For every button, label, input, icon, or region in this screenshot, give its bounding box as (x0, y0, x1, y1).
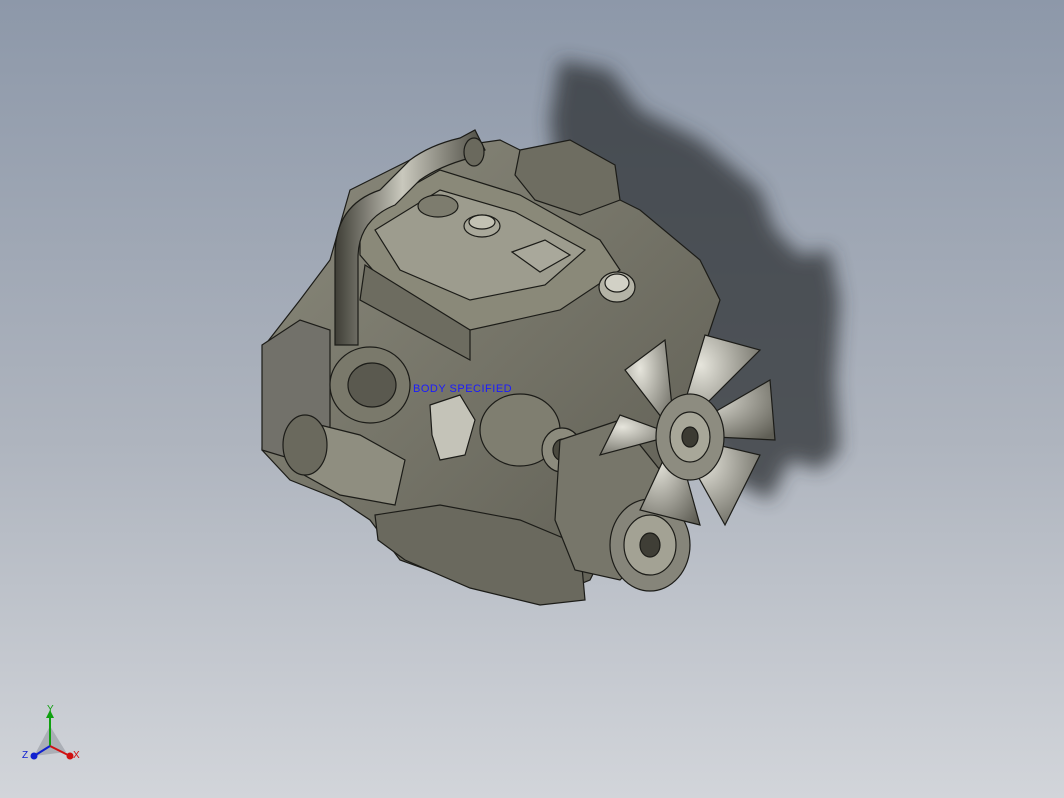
graphics-viewport[interactable]: BODY SPECIFIED Y X Z (0, 0, 1064, 798)
triad-y-label: Y (47, 704, 54, 715)
engine-model[interactable] (0, 0, 1064, 798)
body-annotation: BODY SPECIFIED (413, 383, 513, 395)
triad-z-label: Z (22, 750, 29, 761)
triad-x-label: X (73, 750, 80, 761)
coordinate-triad: Y X Z (18, 704, 88, 774)
